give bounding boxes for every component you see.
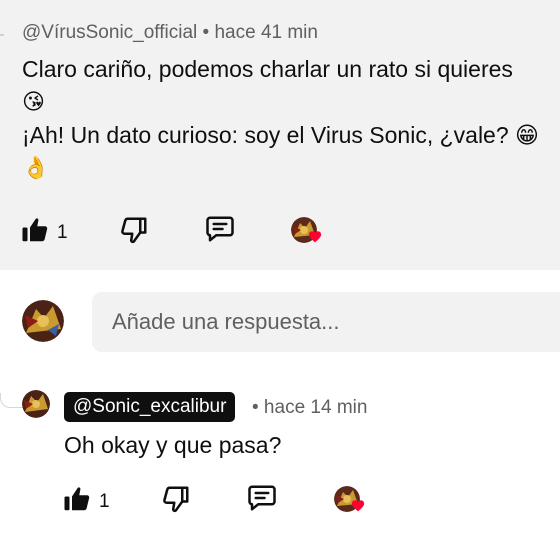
reply-creator-heart[interactable] xyxy=(334,486,365,512)
comment-time: • hace 41 min xyxy=(202,22,318,43)
reply-author: @Sonic_excalibur xyxy=(73,396,227,417)
thread-line xyxy=(0,34,4,36)
thumbs-up-icon xyxy=(20,215,50,250)
reply-input-placeholder: Añade una respuesta... xyxy=(112,309,340,334)
thumbs-down-icon xyxy=(119,215,149,250)
comment-line-2: ¡Ah! Un dato curioso: soy el Virus Sonic… xyxy=(22,122,509,148)
comment-author[interactable]: @VírusSonic_official xyxy=(22,22,197,43)
reply-author-badge[interactable]: @Sonic_excalibur xyxy=(64,392,236,422)
reply-like-button[interactable] xyxy=(60,484,94,518)
creator-heart-icon xyxy=(308,230,322,248)
comment-like-count: 1 xyxy=(57,222,68,243)
reply-avatar[interactable] xyxy=(22,390,50,418)
comment-line-1: Claro cariño, podemos charlar un rato si… xyxy=(22,56,513,82)
thumbs-up-icon xyxy=(62,484,92,519)
creator-heart[interactable] xyxy=(291,217,322,243)
reply-body: Oh okay y que pasa? xyxy=(64,432,282,458)
dislike-button[interactable] xyxy=(117,215,151,249)
reply-reply-button[interactable] xyxy=(245,483,279,517)
like-button[interactable] xyxy=(18,215,52,249)
reply-time: • hace 14 min xyxy=(252,397,368,418)
comment-icon xyxy=(205,214,235,249)
grin-emoji: 😁 xyxy=(515,122,540,148)
kiss-emoji: 😘 xyxy=(22,89,45,114)
reply-input[interactable]: Añade una respuesta... xyxy=(92,292,560,352)
reply-button[interactable] xyxy=(203,214,237,248)
comment-body: Claro cariño, podemos charlar un rato si… xyxy=(22,52,557,184)
reply-like-count: 1 xyxy=(99,491,110,512)
comment-header: @VírusSonic_official • hace 41 min xyxy=(22,22,318,44)
reply-dislike-button[interactable] xyxy=(159,484,193,518)
thumbs-down-icon xyxy=(161,484,191,519)
ok-hand-emoji: 👌 xyxy=(22,155,50,180)
thread-connector xyxy=(0,393,23,408)
user-avatar[interactable] xyxy=(22,300,64,342)
creator-heart-icon xyxy=(351,499,365,517)
comment-icon xyxy=(247,483,277,518)
